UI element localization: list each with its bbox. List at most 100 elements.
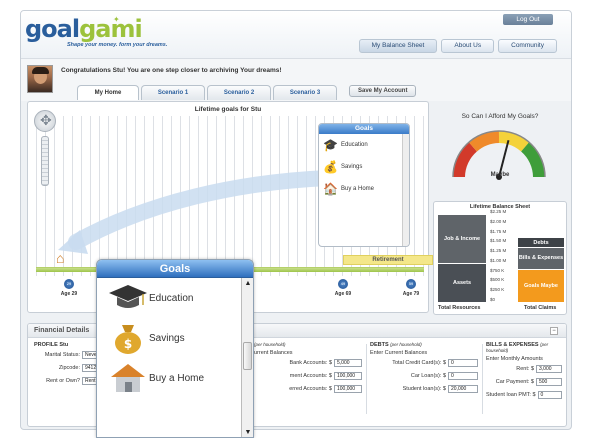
- goals-mini-scrollbar[interactable]: [402, 134, 409, 246]
- goals-popup-scrollbar[interactable]: ▲ ▼: [241, 278, 253, 437]
- section-divider: [366, 344, 367, 414]
- goals-popup: Goals Education $ Savings Buy a Home ▲ ▼: [96, 259, 254, 438]
- credit-card-row: Total Credit Card(s): $0: [370, 357, 478, 369]
- marital-status-row: Marital Status: Never: [34, 349, 104, 361]
- logout-button[interactable]: Log Out: [503, 14, 553, 25]
- total-resources-label: Total Resources: [438, 305, 481, 311]
- nav-community[interactable]: Community: [498, 39, 557, 53]
- retirement-bar[interactable]: Retirement: [343, 255, 433, 265]
- house-icon: 🏠: [323, 182, 338, 196]
- profile-section: PROFILE Stu Marital Status: Never Zipcode…: [34, 342, 104, 387]
- ytick-label: $0: [490, 297, 496, 302]
- ytick-label: $250 K: [490, 287, 505, 293]
- balance-bar-debts[interactable]: Debts: [518, 237, 564, 248]
- graduation-cap-icon: 🎓: [323, 138, 338, 152]
- goals-mini-title: Goals: [319, 124, 409, 134]
- avatar: [27, 65, 53, 93]
- student-loan-pmt-row: Student loan PMT: $0: [486, 389, 562, 401]
- financial-details-title: Financial Details: [34, 327, 90, 334]
- field-label: erred Accounts: $: [289, 386, 332, 392]
- ytick-label: $500 K: [490, 277, 505, 283]
- car-payment-row: Car Payment: $500: [486, 376, 562, 388]
- assets-hh-note: (per household): [254, 342, 286, 347]
- bank-accounts-row: Bank Accounts: $5,000: [254, 357, 362, 369]
- credit-card-input[interactable]: 0: [448, 359, 478, 367]
- tab-scenario-2[interactable]: Scenario 2: [207, 85, 271, 100]
- debts-hh-note: (per household): [390, 342, 422, 347]
- assets-subtitle: urrent Balances: [254, 350, 293, 356]
- field-label: Car Loan(s): $: [410, 373, 446, 379]
- age-badge: 59: [406, 279, 416, 289]
- car-loan-row: Car Loan(s): $0: [370, 370, 478, 382]
- goal-item-home[interactable]: Buy a Home: [97, 358, 253, 398]
- ytick-label: $2.00 M: [490, 218, 507, 224]
- scroll-thumb[interactable]: [243, 342, 252, 370]
- age-label: Age 69: [334, 291, 352, 297]
- age-marker[interactable]: 49 Age 69: [328, 279, 358, 297]
- logo[interactable]: goalgami ✦ Shape your money. form your d…: [25, 15, 175, 51]
- bills-title: BILLS & EXPENSES (per household): [486, 342, 562, 354]
- collapse-icon[interactable]: −: [550, 327, 558, 335]
- welcome-message: Congratulations Stu! You are one step cl…: [61, 67, 282, 74]
- debts-title-text: DEBTS: [370, 342, 389, 348]
- goal-label: Savings: [341, 164, 363, 170]
- age-badge: 29: [64, 279, 74, 289]
- assets-title: (per household): [254, 342, 362, 348]
- goal-item-home[interactable]: 🏠 Buy a Home: [319, 178, 409, 200]
- ytick-label: $1.50 M: [490, 238, 507, 244]
- balance-bar-goals-maybe[interactable]: Goals Maybe: [518, 268, 564, 302]
- balance-sheet-yaxis: $2.25 M $2.00 M $1.75 M $1.50 M $1.25 M $1.00…: [490, 209, 512, 302]
- age-marker[interactable]: 59 Age 79: [396, 279, 426, 297]
- bank-accounts-input[interactable]: 5,000: [334, 359, 362, 367]
- student-loan-input[interactable]: 20,000: [448, 385, 478, 393]
- scroll-down-icon[interactable]: ▼: [244, 429, 252, 437]
- money-bag-icon: 💰: [323, 160, 338, 174]
- rent-own-row: Rent or Own? Rent: [34, 375, 104, 387]
- goal-item-education[interactable]: 🎓 Education: [319, 134, 409, 156]
- home-goal-icon[interactable]: ⌂: [56, 250, 64, 266]
- scenario-tabs: My Home Scenario 1 Scenario 2 Scenario 3…: [77, 85, 417, 100]
- bills-subtitle: Enter Monthly Amounts: [486, 356, 543, 362]
- field-label: ment Accounts: $: [289, 373, 332, 379]
- deferred-accounts-row: erred Accounts: $100,000: [254, 383, 362, 395]
- tab-my-home[interactable]: My Home: [77, 85, 139, 100]
- age-label: Age 29: [60, 291, 78, 297]
- ytick-label: $1.75 M: [490, 228, 507, 234]
- balance-bar-bills-expenses[interactable]: Bills & Expenses: [518, 247, 564, 269]
- profile-title: PROFILE Stu: [34, 342, 69, 348]
- goals-popup-title[interactable]: Goals: [97, 260, 253, 278]
- car-loan-input[interactable]: 0: [448, 372, 478, 380]
- logo-tagline: Shape your money. form your dreams.: [67, 42, 168, 48]
- goal-item-savings[interactable]: $ Savings: [97, 318, 253, 358]
- goal-label: Education: [149, 292, 194, 304]
- gauge-reading: Maybe: [490, 172, 510, 178]
- nav-about-us[interactable]: About Us: [441, 39, 495, 53]
- main-nav: My Balance Sheet About Us Community: [358, 39, 557, 53]
- ytick-label: $2.25 M: [490, 209, 507, 214]
- bills-section: BILLS & EXPENSES (per household) Enter M…: [486, 342, 562, 401]
- student-loan-pmt-input[interactable]: 0: [537, 391, 562, 399]
- total-claims-label: Total Claims: [524, 305, 557, 311]
- ytick-label: $1.00 M: [490, 257, 507, 263]
- goal-item-education[interactable]: Education: [97, 278, 253, 318]
- goal-label: Buy a Home: [341, 186, 375, 192]
- nav-my-balance-sheet[interactable]: My Balance Sheet: [358, 39, 438, 53]
- age-marker[interactable]: 29 Age 29: [54, 279, 84, 297]
- logo-star-icon: ✦: [113, 15, 120, 24]
- debts-section: DEBTS (per household) Enter Current Bala…: [370, 342, 478, 395]
- deferred-accounts-input[interactable]: 100,000: [334, 385, 362, 393]
- balance-bar-assets[interactable]: Assets: [438, 262, 486, 302]
- tab-scenario-3[interactable]: Scenario 3: [273, 85, 337, 100]
- retirement-accounts-input[interactable]: 100,000: [334, 372, 362, 380]
- rent-row: Rent: $3,000: [486, 363, 562, 375]
- tab-scenario-1[interactable]: Scenario 1: [141, 85, 205, 100]
- logo-gami-text: gami: [79, 15, 143, 43]
- field-label: Zipcode:: [58, 365, 80, 371]
- save-account-button[interactable]: Save My Account: [349, 85, 417, 97]
- scroll-up-icon[interactable]: ▲: [244, 280, 252, 288]
- goal-item-savings[interactable]: 💰 Savings: [319, 156, 409, 178]
- car-payment-input[interactable]: 500: [536, 378, 562, 386]
- student-loan-row: Student loan(s): $20,000: [370, 383, 478, 395]
- balance-bar-job-income[interactable]: Job & Income: [438, 214, 486, 263]
- rent-input[interactable]: 3,000: [536, 365, 562, 373]
